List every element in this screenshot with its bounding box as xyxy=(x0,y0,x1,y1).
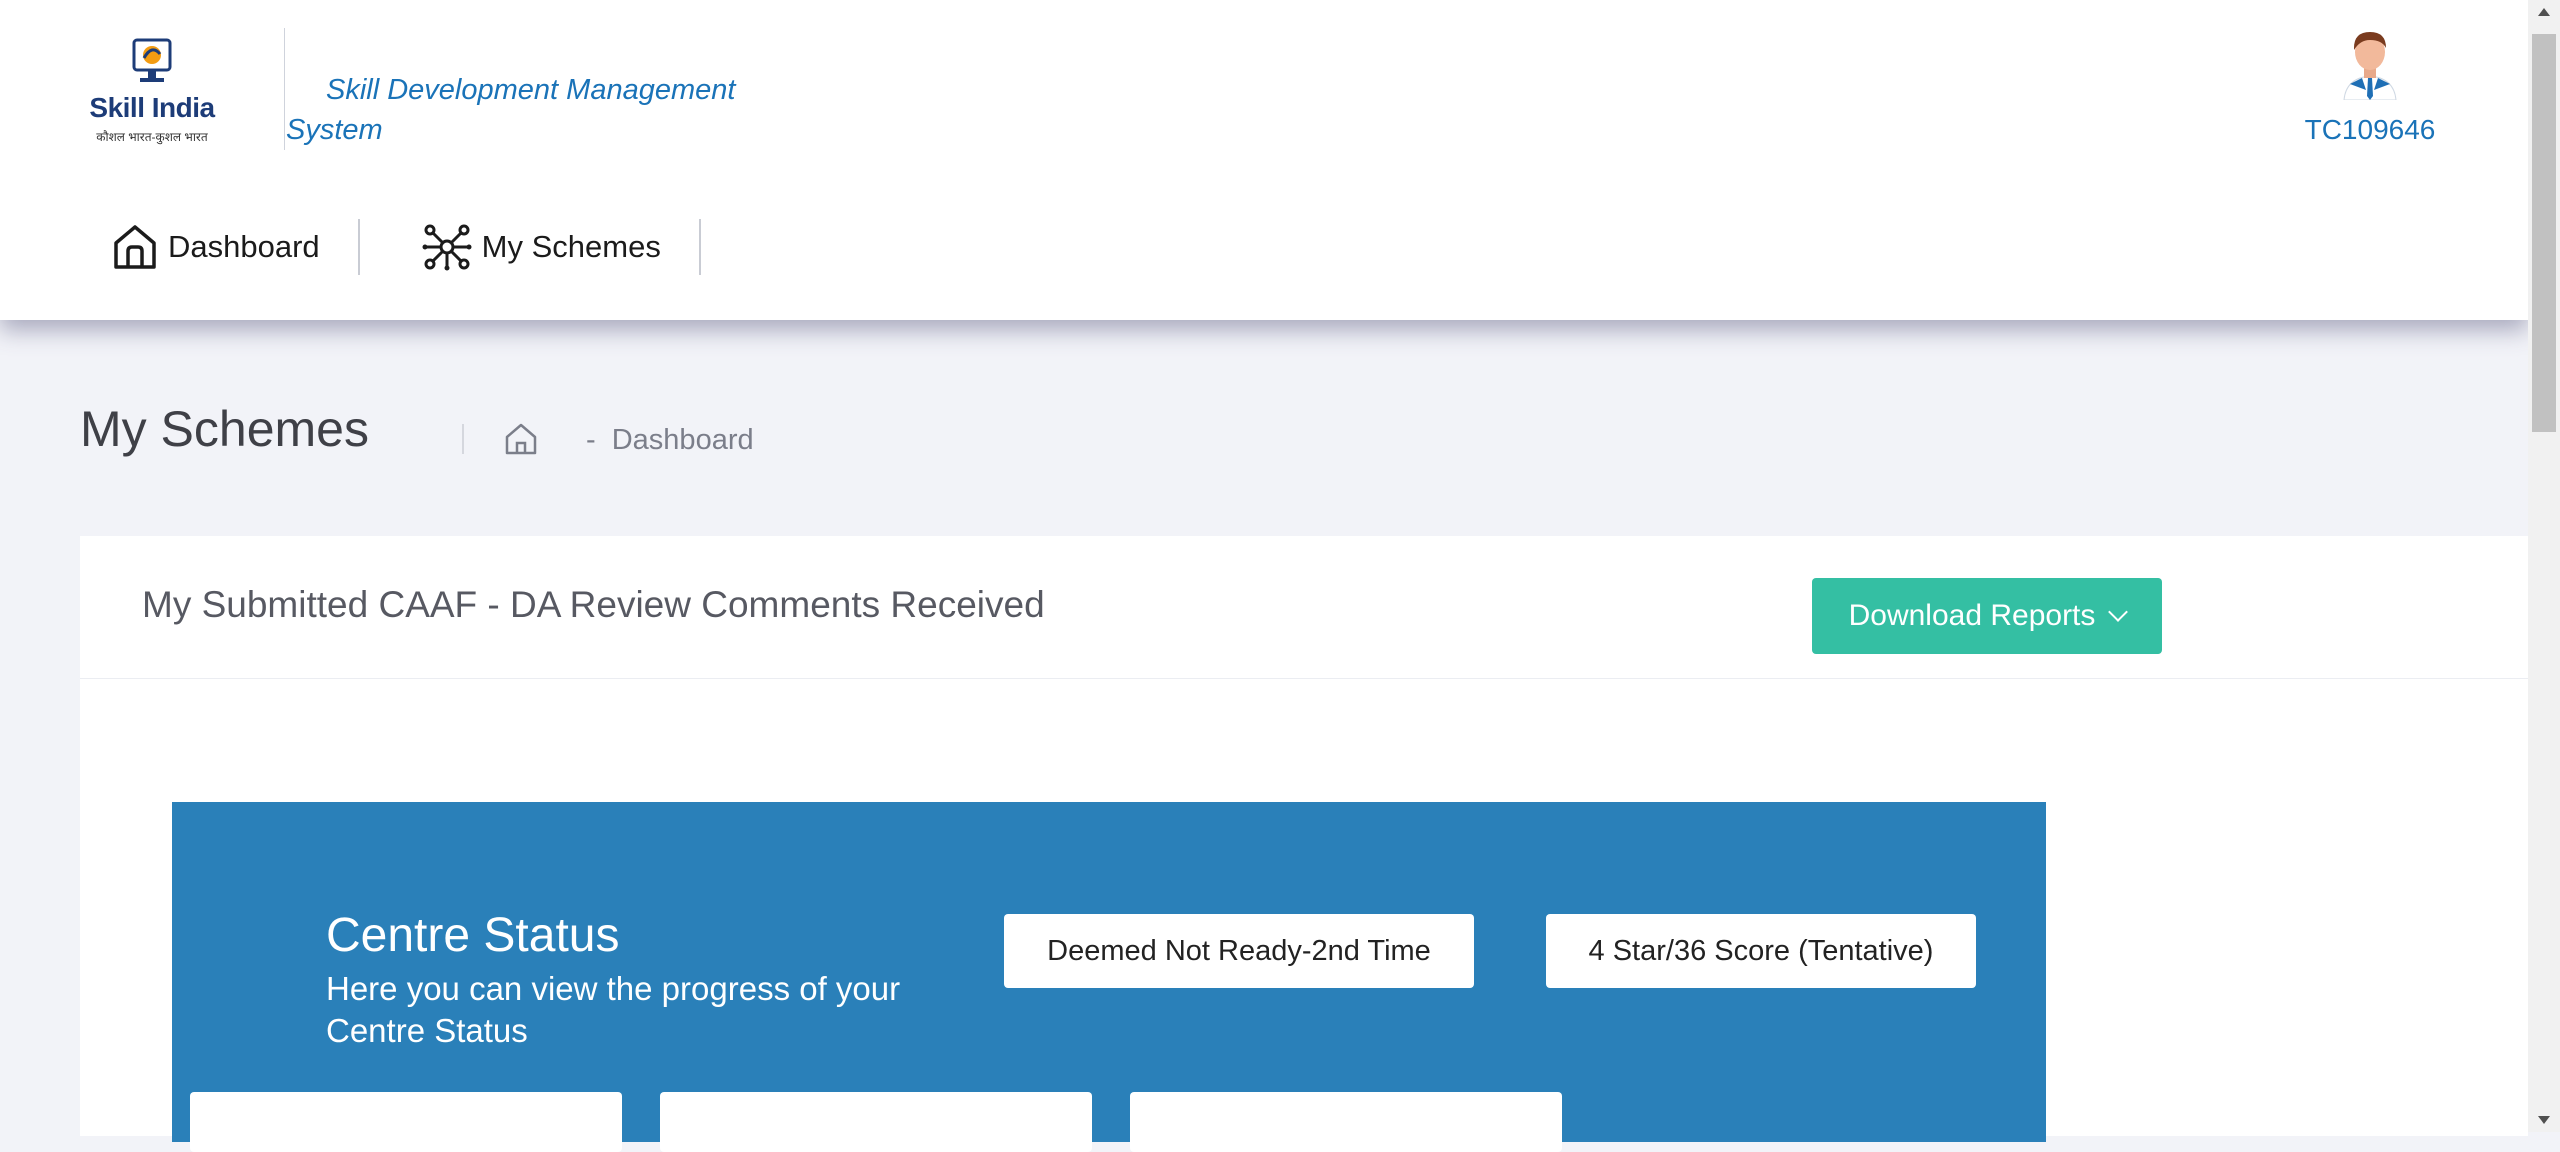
avatar[interactable] xyxy=(2338,28,2402,101)
app-header: Skill India कौशल भारत-कुशल भारत Skill De… xyxy=(0,0,2528,320)
breadcrumb-separator: - xyxy=(586,424,596,456)
nav-item-dashboard[interactable]: Dashboard xyxy=(108,219,358,275)
centre-status-description: Here you can view the progress of your C… xyxy=(326,970,901,1049)
home-icon xyxy=(505,423,537,455)
nav-divider xyxy=(698,219,701,275)
status-card xyxy=(190,1092,622,1152)
system-name-line2: System xyxy=(286,114,383,146)
scroll-up-arrow-icon[interactable] xyxy=(2538,8,2550,16)
nav-divider xyxy=(357,219,360,275)
breadcrumb-home[interactable] xyxy=(504,422,538,461)
network-icon xyxy=(422,224,472,271)
scroll-down-arrow-icon[interactable] xyxy=(2538,1116,2550,1124)
centre-status-panel: Centre Status Here you can view the prog… xyxy=(172,802,2046,1152)
portlet-title: My Submitted CAAF - DA Review Comments R… xyxy=(142,584,1045,625)
user-profile[interactable]: TC109646 xyxy=(2290,28,2450,146)
skill-india-emblem-icon xyxy=(132,38,172,82)
nav-item-my-schemes[interactable]: My Schemes xyxy=(418,219,699,275)
score-badge: 4 Star/36 Score (Tentative) xyxy=(1546,914,1976,988)
skill-india-logo[interactable]: Skill India कौशल भारत-कुशल भारत xyxy=(82,36,222,146)
centre-status-title: Centre Status xyxy=(326,909,620,962)
user-id[interactable]: TC109646 xyxy=(2290,114,2450,146)
download-reports-button[interactable]: Download Reports xyxy=(1812,578,2162,654)
status-badge: Deemed Not Ready-2nd Time xyxy=(1004,914,1474,988)
download-reports-label: Download Reports xyxy=(1848,599,2096,632)
user-avatar-icon xyxy=(2343,32,2397,101)
status-card xyxy=(1130,1092,1562,1152)
breadcrumb-divider xyxy=(462,424,464,454)
breadcrumb-link-dashboard[interactable]: Dashboard xyxy=(612,424,754,456)
main-nav: Dashboard My Schemes xyxy=(108,212,759,282)
scrollbar-thumb[interactable] xyxy=(2532,34,2556,432)
home-icon xyxy=(114,225,156,269)
logo-divider xyxy=(284,28,285,150)
nav-label-my-schemes: My Schemes xyxy=(481,229,661,264)
chevron-down-icon xyxy=(2108,602,2129,622)
system-name: Skill Development Management System xyxy=(286,70,766,150)
portlet-header: My Submitted CAAF - DA Review Comments R… xyxy=(80,536,2528,679)
logo-tagline: कौशल भारत-कुशल भारत xyxy=(96,130,208,144)
logo-brand: Skill India xyxy=(89,92,215,123)
page-title: My Schemes xyxy=(80,401,369,457)
breadcrumb: - Dashboard xyxy=(586,424,754,457)
page-scrollbar[interactable] xyxy=(2528,0,2560,1132)
system-name-line1: Skill Development Management xyxy=(326,74,736,106)
status-card xyxy=(660,1092,1092,1152)
nav-label-dashboard: Dashboard xyxy=(168,229,320,264)
